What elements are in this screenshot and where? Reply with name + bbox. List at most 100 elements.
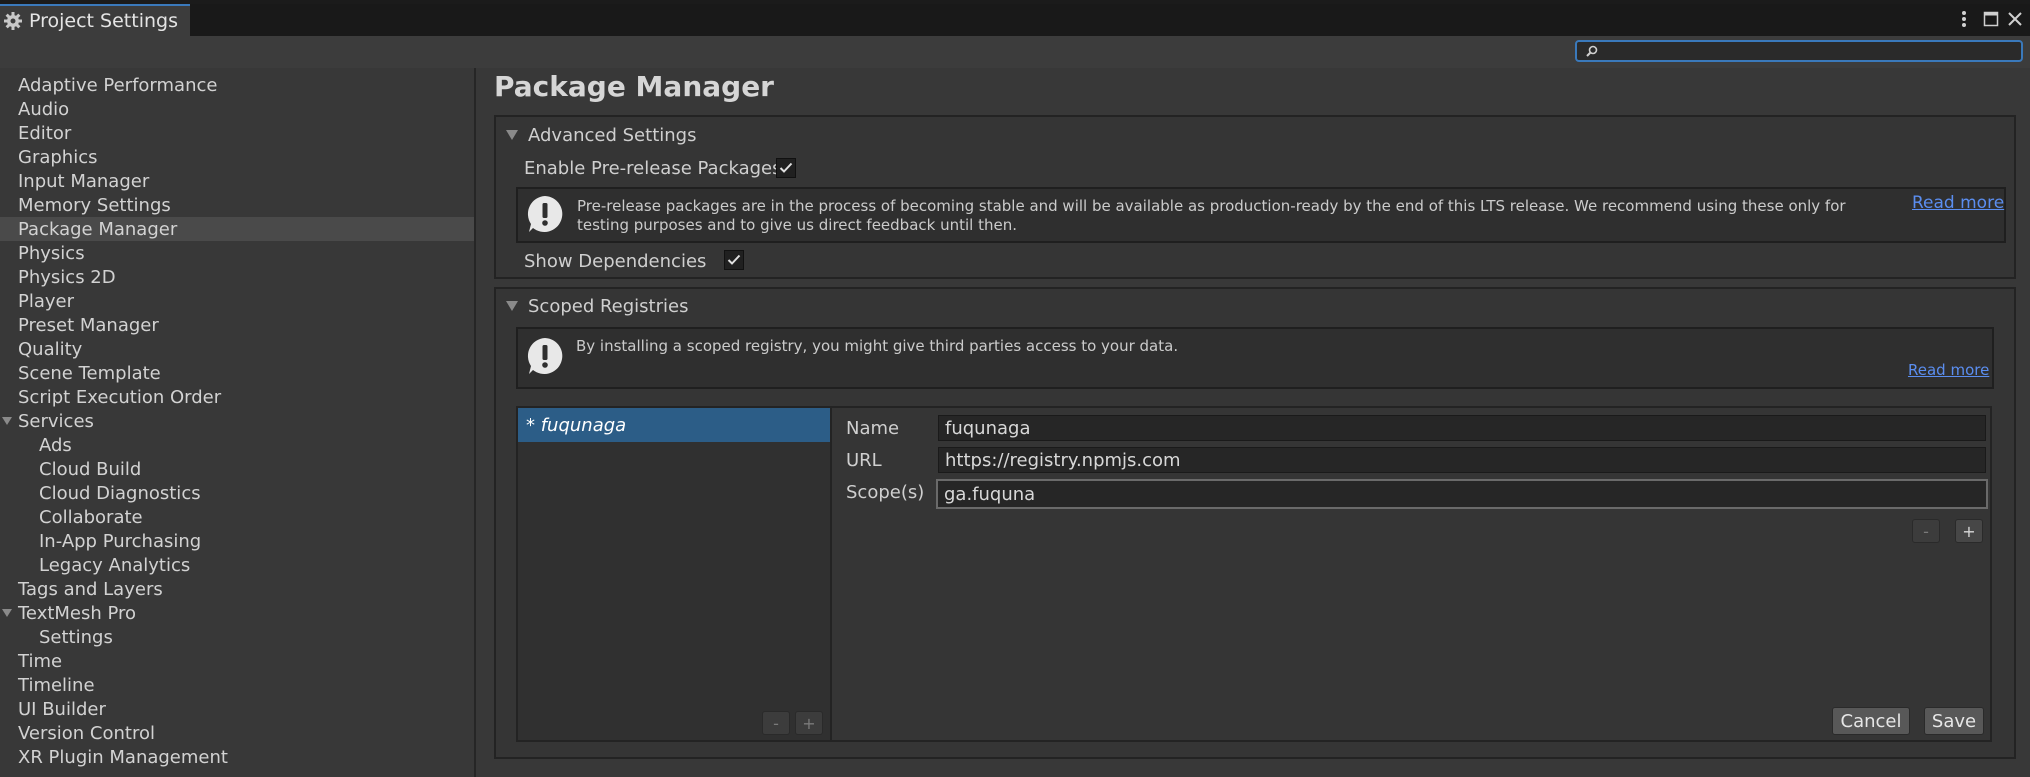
advanced-settings-header: Advanced Settings: [528, 124, 697, 146]
sidebar-item-label: Graphics: [18, 146, 98, 168]
add-scope-button[interactable]: +: [1955, 519, 1983, 543]
sidebar-item-label: Editor: [18, 122, 72, 144]
sidebar-item-label: Cloud Build: [39, 458, 142, 480]
foldout-arrow-icon[interactable]: [2, 609, 12, 617]
advanced-settings-foldout[interactable]: Advanced Settings: [506, 123, 696, 147]
sidebar-item-label: Memory Settings: [18, 194, 171, 216]
foldout-arrow-icon[interactable]: [2, 417, 12, 425]
registry-item-label: * fuqunaga: [526, 414, 627, 436]
sidebar-item-input-manager[interactable]: Input Manager: [0, 169, 474, 193]
maximize-button[interactable]: [1982, 8, 2000, 30]
warning-icon: [527, 196, 563, 232]
window-title: Project Settings: [29, 10, 178, 32]
add-registry-button[interactable]: +: [795, 711, 823, 735]
search-icon: [1586, 45, 1598, 57]
sidebar-item-editor[interactable]: Editor: [0, 121, 474, 145]
registry-scope-value: ga.fuquna: [944, 483, 1036, 505]
sidebar-item-label: Input Manager: [18, 170, 150, 192]
checkmark-icon: [779, 162, 793, 173]
sidebar-item-label: Physics 2D: [18, 266, 116, 288]
name-label: Name: [846, 418, 900, 439]
kebab-menu-icon: [1962, 11, 1966, 27]
sidebar-item-scene-template[interactable]: Scene Template: [0, 361, 474, 385]
sidebar-item-collaborate[interactable]: Collaborate: [0, 505, 474, 529]
sidebar-item-physics-2d[interactable]: Physics 2D: [0, 265, 474, 289]
sidebar-item-label: Adaptive Performance: [18, 74, 218, 96]
sidebar-item-label: Physics: [18, 242, 85, 264]
sidebar-item-label: Settings: [39, 626, 113, 648]
scoped-read-more-link[interactable]: Read more: [1908, 361, 1989, 379]
checkmark-icon: [727, 254, 741, 265]
registry-url-field[interactable]: https://registry.npmjs.com: [938, 447, 1986, 473]
sidebar-item-script-execution-order[interactable]: Script Execution Order: [0, 385, 474, 409]
sidebar-item-physics[interactable]: Physics: [0, 241, 474, 265]
cancel-button[interactable]: Cancel: [1832, 707, 1910, 735]
sidebar-item-label: Audio: [18, 98, 70, 120]
sidebar-item-label: Player: [18, 290, 75, 312]
save-button[interactable]: Save: [1924, 707, 1984, 735]
registry-scope-field[interactable]: ga.fuquna: [936, 479, 1988, 509]
sidebar-item-player[interactable]: Player: [0, 289, 474, 313]
sidebar-item-preset-manager[interactable]: Preset Manager: [0, 313, 474, 337]
sidebar-item-label: Cloud Diagnostics: [39, 482, 201, 504]
prerelease-checkbox[interactable]: [776, 158, 796, 178]
sidebar-item-label: Services: [18, 410, 94, 432]
sidebar-item-label: XR Plugin Management: [18, 746, 228, 768]
sidebar-item-audio[interactable]: Audio: [0, 97, 474, 121]
sidebar-item-services[interactable]: Services: [0, 409, 474, 433]
more-options-button[interactable]: [1956, 8, 1972, 30]
sidebar-item-label: Quality: [18, 338, 83, 360]
sidebar-item-time[interactable]: Time: [0, 649, 474, 673]
sidebar-item-label: Legacy Analytics: [39, 554, 191, 576]
sidebar-item-label: Package Manager: [18, 218, 178, 240]
sidebar-item-tags-and-layers[interactable]: Tags and Layers: [0, 577, 474, 601]
sidebar-item-label: Timeline: [18, 674, 95, 696]
sidebar-item-ads[interactable]: Ads: [0, 433, 474, 457]
sidebar-item-cloud-build[interactable]: Cloud Build: [0, 457, 474, 481]
close-button[interactable]: [2006, 8, 2024, 30]
prerelease-read-more-link[interactable]: Read more: [1912, 193, 2004, 213]
close-icon: [2008, 12, 2022, 26]
foldout-arrow-icon: [506, 301, 518, 311]
sidebar-item-quality[interactable]: Quality: [0, 337, 474, 361]
remove-registry-button[interactable]: -: [762, 711, 790, 735]
sidebar-item-ui-builder[interactable]: UI Builder: [0, 697, 474, 721]
scoped-registries-header: Scoped Registries: [528, 295, 689, 317]
sidebar-item-adaptive-performance[interactable]: Adaptive Performance: [0, 73, 474, 97]
sidebar-item-package-manager[interactable]: Package Manager: [0, 217, 474, 241]
sidebar-item-label: Script Execution Order: [18, 386, 222, 408]
project-settings-tab[interactable]: Project Settings: [0, 4, 190, 36]
sidebar-item-in-app-purchasing[interactable]: In-App Purchasing: [0, 529, 474, 553]
dependencies-label: Show Dependencies: [524, 251, 707, 272]
sidebar-item-legacy-analytics[interactable]: Legacy Analytics: [0, 553, 474, 577]
sidebar-item-settings[interactable]: Settings: [0, 625, 474, 649]
registry-list: [516, 406, 832, 742]
url-label: URL: [846, 450, 882, 471]
sidebar-item-memory-settings[interactable]: Memory Settings: [0, 193, 474, 217]
registry-url-value: https://registry.npmjs.com: [945, 449, 1181, 471]
sidebar-item-graphics[interactable]: Graphics: [0, 145, 474, 169]
remove-scope-button[interactable]: -: [1912, 519, 1940, 543]
sidebar-item-version-control[interactable]: Version Control: [0, 721, 474, 745]
registry-list-item[interactable]: * fuqunaga: [518, 408, 830, 442]
scopes-label: Scope(s): [846, 482, 925, 503]
scoped-registries-foldout[interactable]: Scoped Registries: [506, 294, 688, 318]
sidebar-item-textmesh-pro[interactable]: TextMesh Pro: [0, 601, 474, 625]
gear-icon: [4, 12, 22, 30]
search-field[interactable]: [1575, 40, 2023, 62]
sidebar-item-label: Collaborate: [39, 506, 143, 528]
registry-name-field[interactable]: fuqunaga: [938, 415, 1986, 441]
sidebar-item-cloud-diagnostics[interactable]: Cloud Diagnostics: [0, 481, 474, 505]
page-title: Package Manager: [494, 70, 774, 103]
sidebar-item-label: In-App Purchasing: [39, 530, 202, 552]
dependencies-checkbox[interactable]: [724, 250, 744, 270]
sidebar-item-timeline[interactable]: Timeline: [0, 673, 474, 697]
prerelease-label: Enable Pre-release Packages: [524, 158, 782, 179]
title-bar: [0, 4, 2030, 36]
search-input[interactable]: [1599, 41, 2021, 61]
registry-name-value: fuqunaga: [945, 417, 1031, 439]
prerelease-info-text: Pre-release packages are in the process …: [577, 197, 1846, 234]
sidebar-item-label: Ads: [39, 434, 72, 456]
sidebar-item-label: Version Control: [18, 722, 155, 744]
sidebar-item-xr-plugin-management[interactable]: XR Plugin Management: [0, 745, 474, 769]
